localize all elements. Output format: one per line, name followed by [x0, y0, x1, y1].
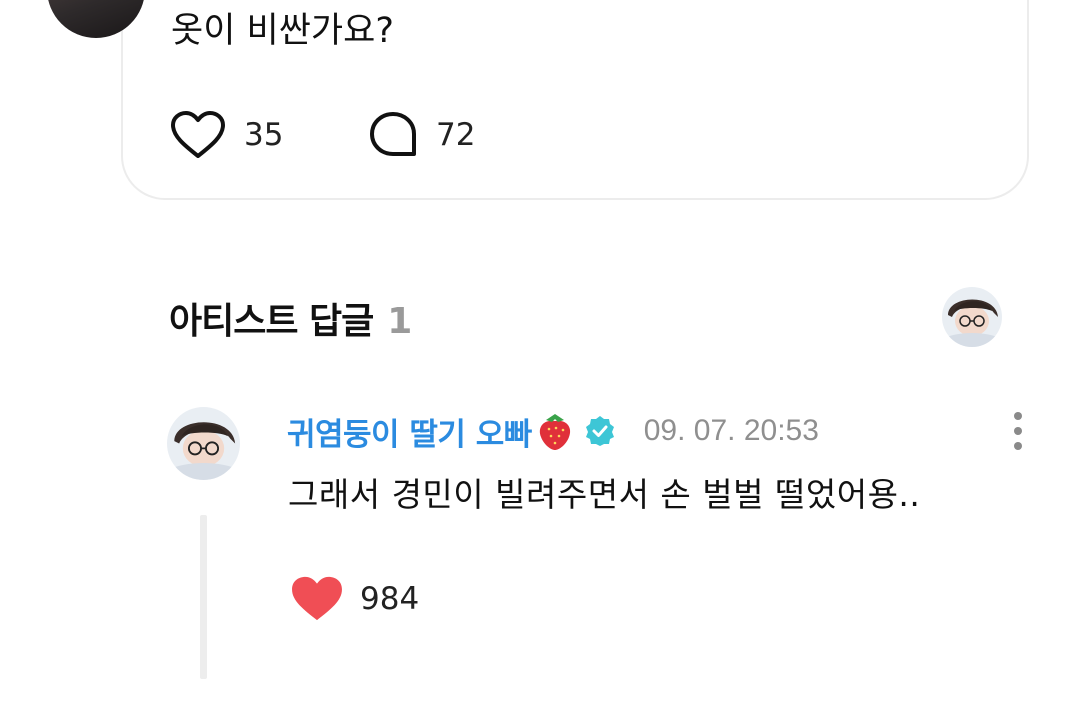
post-like-count: 35	[244, 117, 284, 153]
reply-author-name[interactable]: 귀염둥이 딸기 오빠	[287, 409, 532, 454]
artist-avatar[interactable]	[942, 287, 1002, 347]
heart-outline-icon	[171, 111, 225, 158]
post-text: 옷이 비싼가요?	[171, 11, 394, 51]
reply-like-button[interactable]: 984	[290, 575, 419, 623]
more-options-button[interactable]	[1006, 410, 1030, 452]
strawberry-icon	[539, 414, 570, 450]
reply-text: 그래서 경민이 빌려주면서 손 벌벌 떨었어용..	[288, 475, 921, 514]
verified-badge-icon	[585, 416, 614, 446]
post-like-button[interactable]: 35	[170, 110, 283, 160]
artist-replies-count: 1	[387, 301, 412, 342]
artist-replies-title: 아티스트 답글	[169, 301, 374, 342]
more-vertical-icon	[1014, 412, 1022, 450]
post-comment-button[interactable]: 72	[368, 110, 475, 160]
reply-timestamp: 09. 07. 20:53	[643, 414, 819, 447]
reply-author-avatar[interactable]	[167, 407, 240, 480]
artist-replies-heading: 아티스트 답글 1	[169, 292, 412, 344]
reply-author-portrait-icon	[167, 407, 240, 480]
comment-bubble-icon	[370, 112, 416, 156]
post-comment-count: 72	[436, 117, 476, 153]
reply-like-count: 984	[360, 581, 420, 617]
heart-filled-icon	[292, 576, 342, 621]
reply-header: 귀염둥이 딸기 오빠 09. 07. 20:53	[287, 408, 819, 454]
artist-portrait-icon	[942, 287, 1002, 347]
reply-thread-line	[200, 515, 207, 679]
